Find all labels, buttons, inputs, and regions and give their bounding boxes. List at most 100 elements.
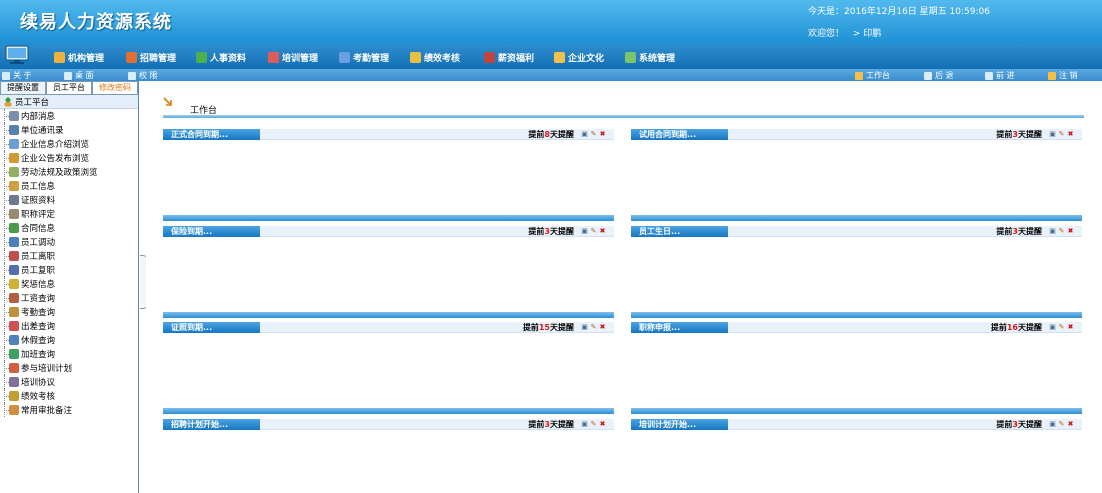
minimize-icon[interactable]: ▣: [1049, 228, 1056, 235]
reminder-panel-1: 正式合同到期... 提前8天提醒 ▣ ✎ ✖: [163, 129, 614, 221]
minimize-icon[interactable]: ▣: [581, 131, 588, 138]
toolbar-right-item-2[interactable]: 后 退: [924, 70, 954, 81]
sidebar: 提醒设置 员工平台 修改密码 员工平台 内部消息单位通讯录 企业信息介绍浏览 企业公…: [0, 81, 139, 493]
sidebar-item-8[interactable]: 职称评定: [0, 207, 138, 221]
sidebar-item-icon: [9, 237, 19, 247]
minimize-icon[interactable]: ▣: [581, 421, 588, 428]
minimize-icon[interactable]: ▣: [581, 228, 588, 235]
menu-item-8[interactable]: 企业文化: [554, 51, 604, 64]
desktop-icon: [64, 71, 72, 80]
tree-root[interactable]: 员工平台: [0, 95, 138, 109]
sidebar-item-10[interactable]: 员工调动: [0, 235, 138, 249]
panel-title[interactable]: 试用合同到期...: [631, 129, 728, 140]
minimize-icon[interactable]: ▣: [1049, 131, 1056, 138]
toolbar-right-item-1[interactable]: 工作台: [855, 70, 890, 81]
toolbar-left-item-2[interactable]: 桌 面: [64, 70, 94, 81]
menu-item-7[interactable]: 薪资福利: [484, 51, 534, 64]
panel-actions: ▣ ✎ ✖: [1047, 131, 1074, 138]
sidebar-item-21[interactable]: 绩效考核: [0, 389, 138, 403]
sidebar-item-label: 劳动法规及政策浏览: [21, 168, 98, 178]
sidebar-item-7[interactable]: 证照资料: [0, 193, 138, 207]
minimize-icon[interactable]: ▣: [1049, 324, 1056, 331]
sidebar-item-1[interactable]: 内部消息: [0, 109, 138, 123]
menu-item-2[interactable]: 招聘管理: [126, 51, 176, 64]
sidebar-item-icon: [9, 195, 19, 205]
sidebar-item-icon: [9, 321, 19, 331]
date-line: 今天是：2016年12月16日 星期五 10:59:06: [808, 7, 990, 17]
close-icon[interactable]: ✖: [1067, 228, 1074, 235]
toolbar-left-item-3[interactable]: 权 限: [128, 70, 158, 81]
menu-item-label: 招聘管理: [140, 54, 177, 64]
edit-icon[interactable]: ✎: [590, 421, 597, 428]
edit-icon[interactable]: ✎: [590, 131, 597, 138]
user-name[interactable]: > 印鹏: [853, 29, 881, 39]
sidebar-item-9[interactable]: 合同信息: [0, 221, 138, 235]
close-icon[interactable]: ✖: [599, 421, 606, 428]
panel-title[interactable]: 正式合同到期...: [163, 129, 260, 140]
close-icon[interactable]: ✖: [599, 324, 606, 331]
panel-title[interactable]: 招聘计划开始...: [163, 419, 260, 430]
toolbar-item-label: 前 进: [996, 71, 1015, 80]
logout-icon: [1048, 71, 1056, 80]
sidebar-item-3[interactable]: 企业信息介绍浏览: [0, 137, 138, 151]
menu-item-4[interactable]: 培训管理: [268, 51, 318, 64]
sidebar-item-17[interactable]: 休假查询: [0, 333, 138, 347]
edit-icon[interactable]: ✎: [1058, 131, 1065, 138]
toolbar-right-item-3[interactable]: 前 进: [985, 70, 1015, 81]
edit-icon[interactable]: ✎: [1058, 228, 1065, 235]
panel-title[interactable]: 保险到期...: [163, 226, 260, 237]
menu-item-3[interactable]: 人事资料: [196, 51, 246, 64]
reminder-panel-8: 培训计划开始... 提前3天提醒 ▣ ✎ ✖: [631, 419, 1082, 493]
edit-icon[interactable]: ✎: [590, 228, 597, 235]
panel-title[interactable]: 员工生日...: [631, 226, 728, 237]
panel-title[interactable]: 培训计划开始...: [631, 419, 728, 430]
minimize-icon[interactable]: ▣: [1049, 421, 1056, 428]
reminder-panel-3: 保险到期... 提前3天提醒 ▣ ✎ ✖: [163, 226, 614, 318]
sidebar-item-label: 单位通讯录: [21, 126, 64, 136]
menu-item-5[interactable]: 考勤管理: [339, 51, 389, 64]
sidebar-item-12[interactable]: 员工复职: [0, 263, 138, 277]
close-icon[interactable]: ✖: [599, 131, 606, 138]
menu-item-6[interactable]: 绩效考核: [410, 51, 460, 64]
sidebar-item-6[interactable]: 员工信息: [0, 179, 138, 193]
edit-icon[interactable]: ✎: [1058, 421, 1065, 428]
sidebar-item-20[interactable]: 培训协议: [0, 375, 138, 389]
menu-item-9[interactable]: 系统管理: [625, 51, 675, 64]
panel-title[interactable]: 职称申报...: [631, 322, 728, 333]
panel-reminder: 提前8天提醒: [528, 129, 574, 140]
sidebar-item-icon: [9, 153, 19, 163]
sidebar-item-19[interactable]: 参与培训计划: [0, 361, 138, 375]
close-icon[interactable]: ✖: [599, 228, 606, 235]
sidebar-item-label: 培训协议: [21, 378, 56, 388]
tab-reminder-settings[interactable]: 提醒设置: [0, 81, 46, 95]
sidebar-tabs: 提醒设置 员工平台 修改密码: [0, 81, 138, 95]
sidebar-item-15[interactable]: 考勤查询: [0, 305, 138, 319]
sidebar-item-icon: [9, 279, 19, 289]
sidebar-item-2[interactable]: 单位通讯录: [0, 123, 138, 137]
tab-employee-platform[interactable]: 员工平台: [46, 81, 92, 95]
sidebar-item-13[interactable]: 奖惩信息: [0, 277, 138, 291]
sidebar-item-11[interactable]: 员工离职: [0, 249, 138, 263]
sidebar-item-16[interactable]: 出差查询: [0, 319, 138, 333]
toolbar-left-item-1[interactable]: 关 于: [2, 70, 32, 81]
close-icon[interactable]: ✖: [1067, 324, 1074, 331]
edit-icon[interactable]: ✎: [590, 324, 597, 331]
sidebar-item-22[interactable]: 常用审批备注: [0, 403, 138, 417]
close-icon[interactable]: ✖: [1067, 131, 1074, 138]
about-icon: [2, 71, 10, 80]
toolbar-right-item-4[interactable]: 注 销: [1048, 70, 1078, 81]
sidebar-item-14[interactable]: 工资查询: [0, 291, 138, 305]
reminder-days: 16: [1006, 323, 1018, 332]
sidebar-item-4[interactable]: 企业公告发布浏览: [0, 151, 138, 165]
sidebar-item-label: 员工离职: [21, 252, 56, 262]
tab-change-password[interactable]: 修改密码: [92, 81, 138, 95]
org-icon: [54, 52, 65, 63]
close-icon[interactable]: ✖: [1067, 421, 1074, 428]
menu-item-1[interactable]: 机构管理: [54, 51, 104, 64]
sidebar-item-18[interactable]: 加班查询: [0, 347, 138, 361]
edit-icon[interactable]: ✎: [1058, 324, 1065, 331]
panel-title[interactable]: 证照到期...: [163, 322, 260, 333]
minimize-icon[interactable]: ▣: [581, 324, 588, 331]
sidebar-item-5[interactable]: 劳动法规及政策浏览: [0, 165, 138, 179]
culture-icon: [554, 52, 565, 63]
